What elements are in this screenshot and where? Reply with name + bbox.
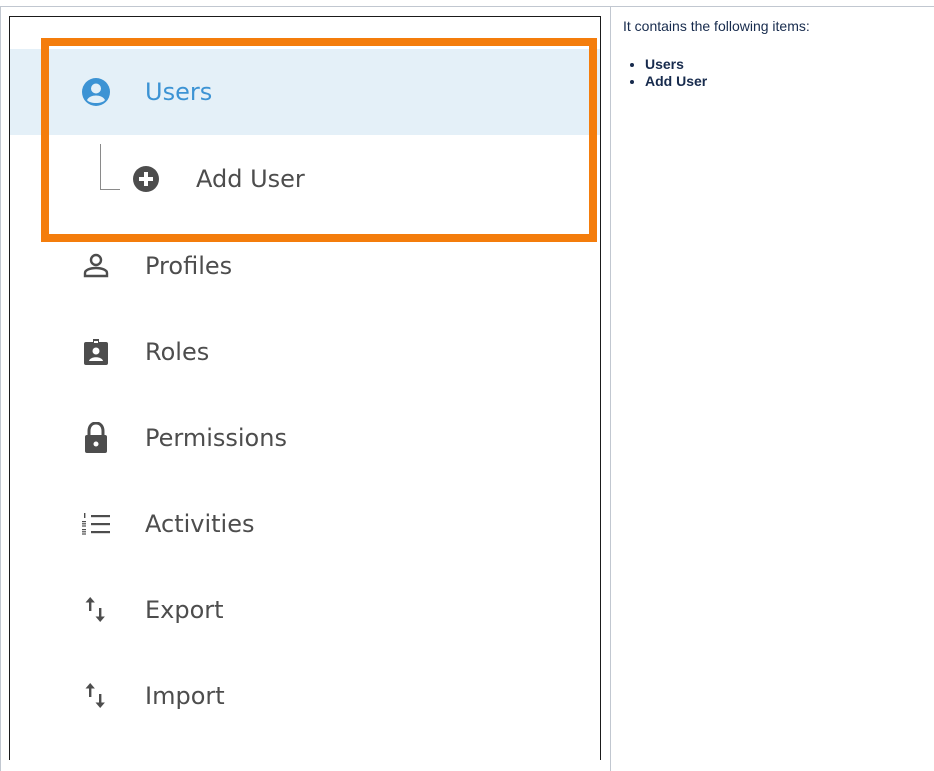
menu-item-label: Profiles <box>145 252 233 280</box>
table-top-border <box>0 6 934 7</box>
menu-item-label: Import <box>145 682 225 710</box>
description-panel: It contains the following items: Users A… <box>623 18 923 90</box>
menu-item-import[interactable]: Import <box>10 653 600 739</box>
table-left-border <box>0 6 1 771</box>
menu-item-label: Roles <box>145 338 210 366</box>
sidebar-screenshot: Users Add User Profiles Roles Permission… <box>9 16 601 760</box>
menu-item-roles[interactable]: Roles <box>10 309 600 395</box>
menu-item-permissions[interactable]: Permissions <box>10 395 600 481</box>
description-list-item: Users <box>645 56 923 73</box>
menu-item-label: Export <box>145 596 224 624</box>
swap-vertical-icon <box>80 594 112 626</box>
badge-icon <box>80 336 112 368</box>
menu-item-label: Permissions <box>145 424 287 452</box>
menu-item-export[interactable]: Export <box>10 567 600 653</box>
table-column-divider <box>610 6 611 771</box>
highlight-box <box>41 38 597 242</box>
lock-icon <box>80 422 112 454</box>
person-outline-icon <box>80 250 112 282</box>
description-intro: It contains the following items: <box>623 18 810 34</box>
description-list: Users Add User <box>623 56 923 90</box>
description-list-item: Add User <box>645 73 923 90</box>
menu-item-activities[interactable]: Activities <box>10 481 600 567</box>
menu-item-label: Activities <box>145 510 255 538</box>
swap-vertical-icon <box>80 680 112 712</box>
numbered-list-icon <box>80 508 112 540</box>
